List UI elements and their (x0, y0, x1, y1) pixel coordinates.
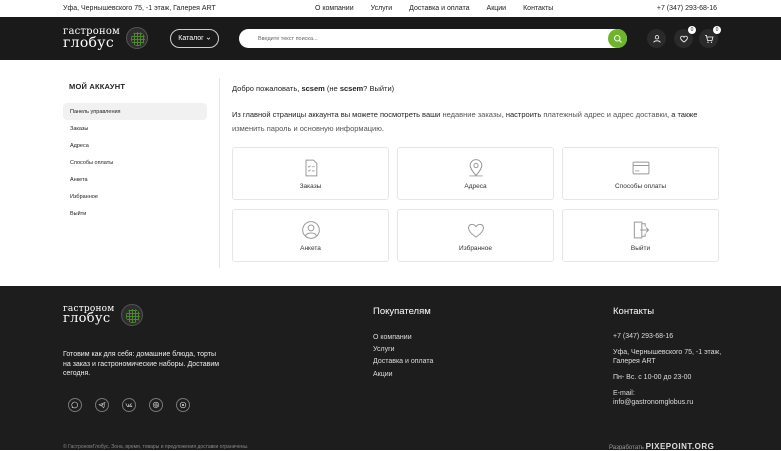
footer-buyers-column: Покупателям О компании Услуги Доставка и… (373, 306, 433, 381)
top-nav-delivery[interactable]: Доставка и оплата (409, 5, 469, 12)
store-address: Уфа, Чернышевского 75, -1 этаж, Галерея … (63, 5, 216, 12)
footer-email[interactable]: info@gastronomglobus.ru (613, 398, 723, 407)
map-pin-icon (468, 158, 483, 176)
footer-logo[interactable]: гастроном глобус (63, 304, 143, 326)
logo-line2: глобус (63, 34, 114, 51)
user-circle-icon (301, 220, 320, 239)
top-bar: Уфа, Чернышевского 75, -1 этаж, Галерея … (0, 0, 781, 17)
favorites-button[interactable]: 0 (674, 26, 696, 48)
welcome-text: Добро пожаловать, scsem (не scsem? Выйти… (232, 84, 395, 93)
account-description: Из главной страницы аккаунта вы можете п… (232, 110, 698, 133)
footer-contacts-title: Контакты (613, 306, 655, 317)
account-page: МОЙ АККАУНТ Панель управления Заказы Адр… (0, 60, 781, 286)
search-icon (613, 34, 622, 43)
heart-outline-icon (467, 223, 484, 238)
telegram-icon[interactable] (95, 398, 109, 412)
globe-logo-icon (126, 27, 149, 50)
cart-button[interactable]: 0 (699, 26, 721, 48)
account-sidebar: МОЙ АККАУНТ Панель управления Заказы Адр… (63, 78, 220, 268)
footer-link-promotions[interactable]: Акции (373, 369, 433, 381)
logout-door-icon (633, 221, 649, 238)
catalog-button[interactable]: Каталог (170, 29, 219, 48)
footer-tagline: Готовим как для себя: домашние блюда, то… (63, 351, 220, 377)
footer-buyers-title: Покупателям (373, 306, 431, 317)
sidebar-item-profile[interactable]: Анкета (63, 171, 207, 188)
sidebar-item-payment-methods[interactable]: Способы оплаты (63, 154, 207, 171)
search-button[interactable] (608, 29, 627, 48)
card-payment-methods[interactable]: Способы оплаты (562, 147, 719, 200)
favorites-count-badge: 0 (688, 26, 696, 34)
cart-count-badge: 0 (713, 26, 721, 34)
search-placeholder: Введите текст поиска... (258, 35, 318, 42)
catalog-label: Каталог (178, 35, 204, 42)
site-logo[interactable]: гастроном глобус (63, 27, 149, 51)
sidebar-item-dashboard[interactable]: Панель управления (63, 103, 207, 120)
search-input[interactable]: Введите текст поиска... (239, 29, 627, 48)
footer-copyright: © ГастрономГлобус. Зона, время, товары и… (63, 444, 249, 450)
vk-icon[interactable] (122, 398, 136, 412)
footer-email-label: E-mail: (613, 390, 635, 397)
footer-address: Уфа, Чернышевского 75, -1 этаж, Галерея … (613, 349, 722, 365)
card-favorites[interactable]: Избранное (397, 209, 554, 262)
sidebar-item-logout[interactable]: Выйти (63, 205, 207, 222)
footer-phone[interactable]: +7 (347) 293-68-16 (613, 332, 723, 341)
credit-card-icon (632, 161, 649, 174)
user-icon (652, 34, 661, 43)
top-nav-contacts[interactable]: Контакты (523, 5, 553, 12)
document-list-icon (305, 159, 317, 176)
edit-account-link[interactable]: изменить пароль и основную информацию (232, 124, 382, 133)
sidebar-title: МОЙ АККАУНТ (69, 82, 126, 91)
heart-icon (679, 35, 688, 42)
top-nav-promotions[interactable]: Акции (487, 5, 507, 12)
whatsapp-icon[interactable] (68, 398, 82, 412)
footer-globe-logo-icon (120, 304, 143, 326)
footer-link-services[interactable]: Услуги (373, 344, 433, 356)
account-content: Добро пожаловать, scsem (не scsem? Выйти… (232, 78, 719, 262)
sidebar-item-addresses[interactable]: Адреса (63, 137, 207, 154)
sidebar-item-orders[interactable]: Заказы (63, 120, 207, 137)
social-links (68, 398, 190, 412)
top-phone[interactable]: +7 (347) 293-68-16 (657, 5, 717, 12)
email-at-icon[interactable] (149, 398, 163, 412)
footer-link-delivery[interactable]: Доставка и оплата (373, 356, 433, 368)
chat-bubble-icon[interactable] (176, 398, 190, 412)
top-nav: О компании Услуги Доставка и оплата Акци… (315, 5, 553, 12)
footer-hours: Пн- Вс. с 10-00 до 23-00 (613, 374, 692, 381)
account-button[interactable] (647, 29, 666, 48)
username: scsem (301, 84, 325, 93)
card-orders[interactable]: Заказы (232, 147, 389, 200)
header: гастроном глобус Каталог Введите текст п… (0, 17, 781, 60)
footer-link-about[interactable]: О компании (373, 332, 433, 344)
chevron-down-icon (206, 37, 210, 40)
card-addresses[interactable]: Адреса (397, 147, 554, 200)
welcome-logout-link[interactable]: Выйти (369, 84, 391, 93)
card-profile[interactable]: Анкета (232, 209, 389, 262)
top-nav-about[interactable]: О компании (315, 5, 354, 12)
card-logout[interactable]: Выйти (562, 209, 719, 262)
sidebar-item-favorites[interactable]: Избранное (63, 188, 207, 205)
addresses-link[interactable]: платежный адрес и адрес доставки (543, 110, 667, 119)
top-nav-services[interactable]: Услуги (371, 5, 393, 12)
account-cards: Заказы Адреса Способы оплаты Анкета Избр… (232, 147, 719, 262)
footer-contacts-column: Контакты +7 (347) 293-68-16 Уфа, Черныше… (613, 306, 723, 414)
recent-orders-link[interactable]: недавние заказы (442, 110, 501, 119)
cart-icon (704, 34, 714, 43)
footer: гастроном глобус Готовим как для себя: д… (0, 286, 781, 451)
footer-logo-line2: глобус (63, 311, 111, 327)
